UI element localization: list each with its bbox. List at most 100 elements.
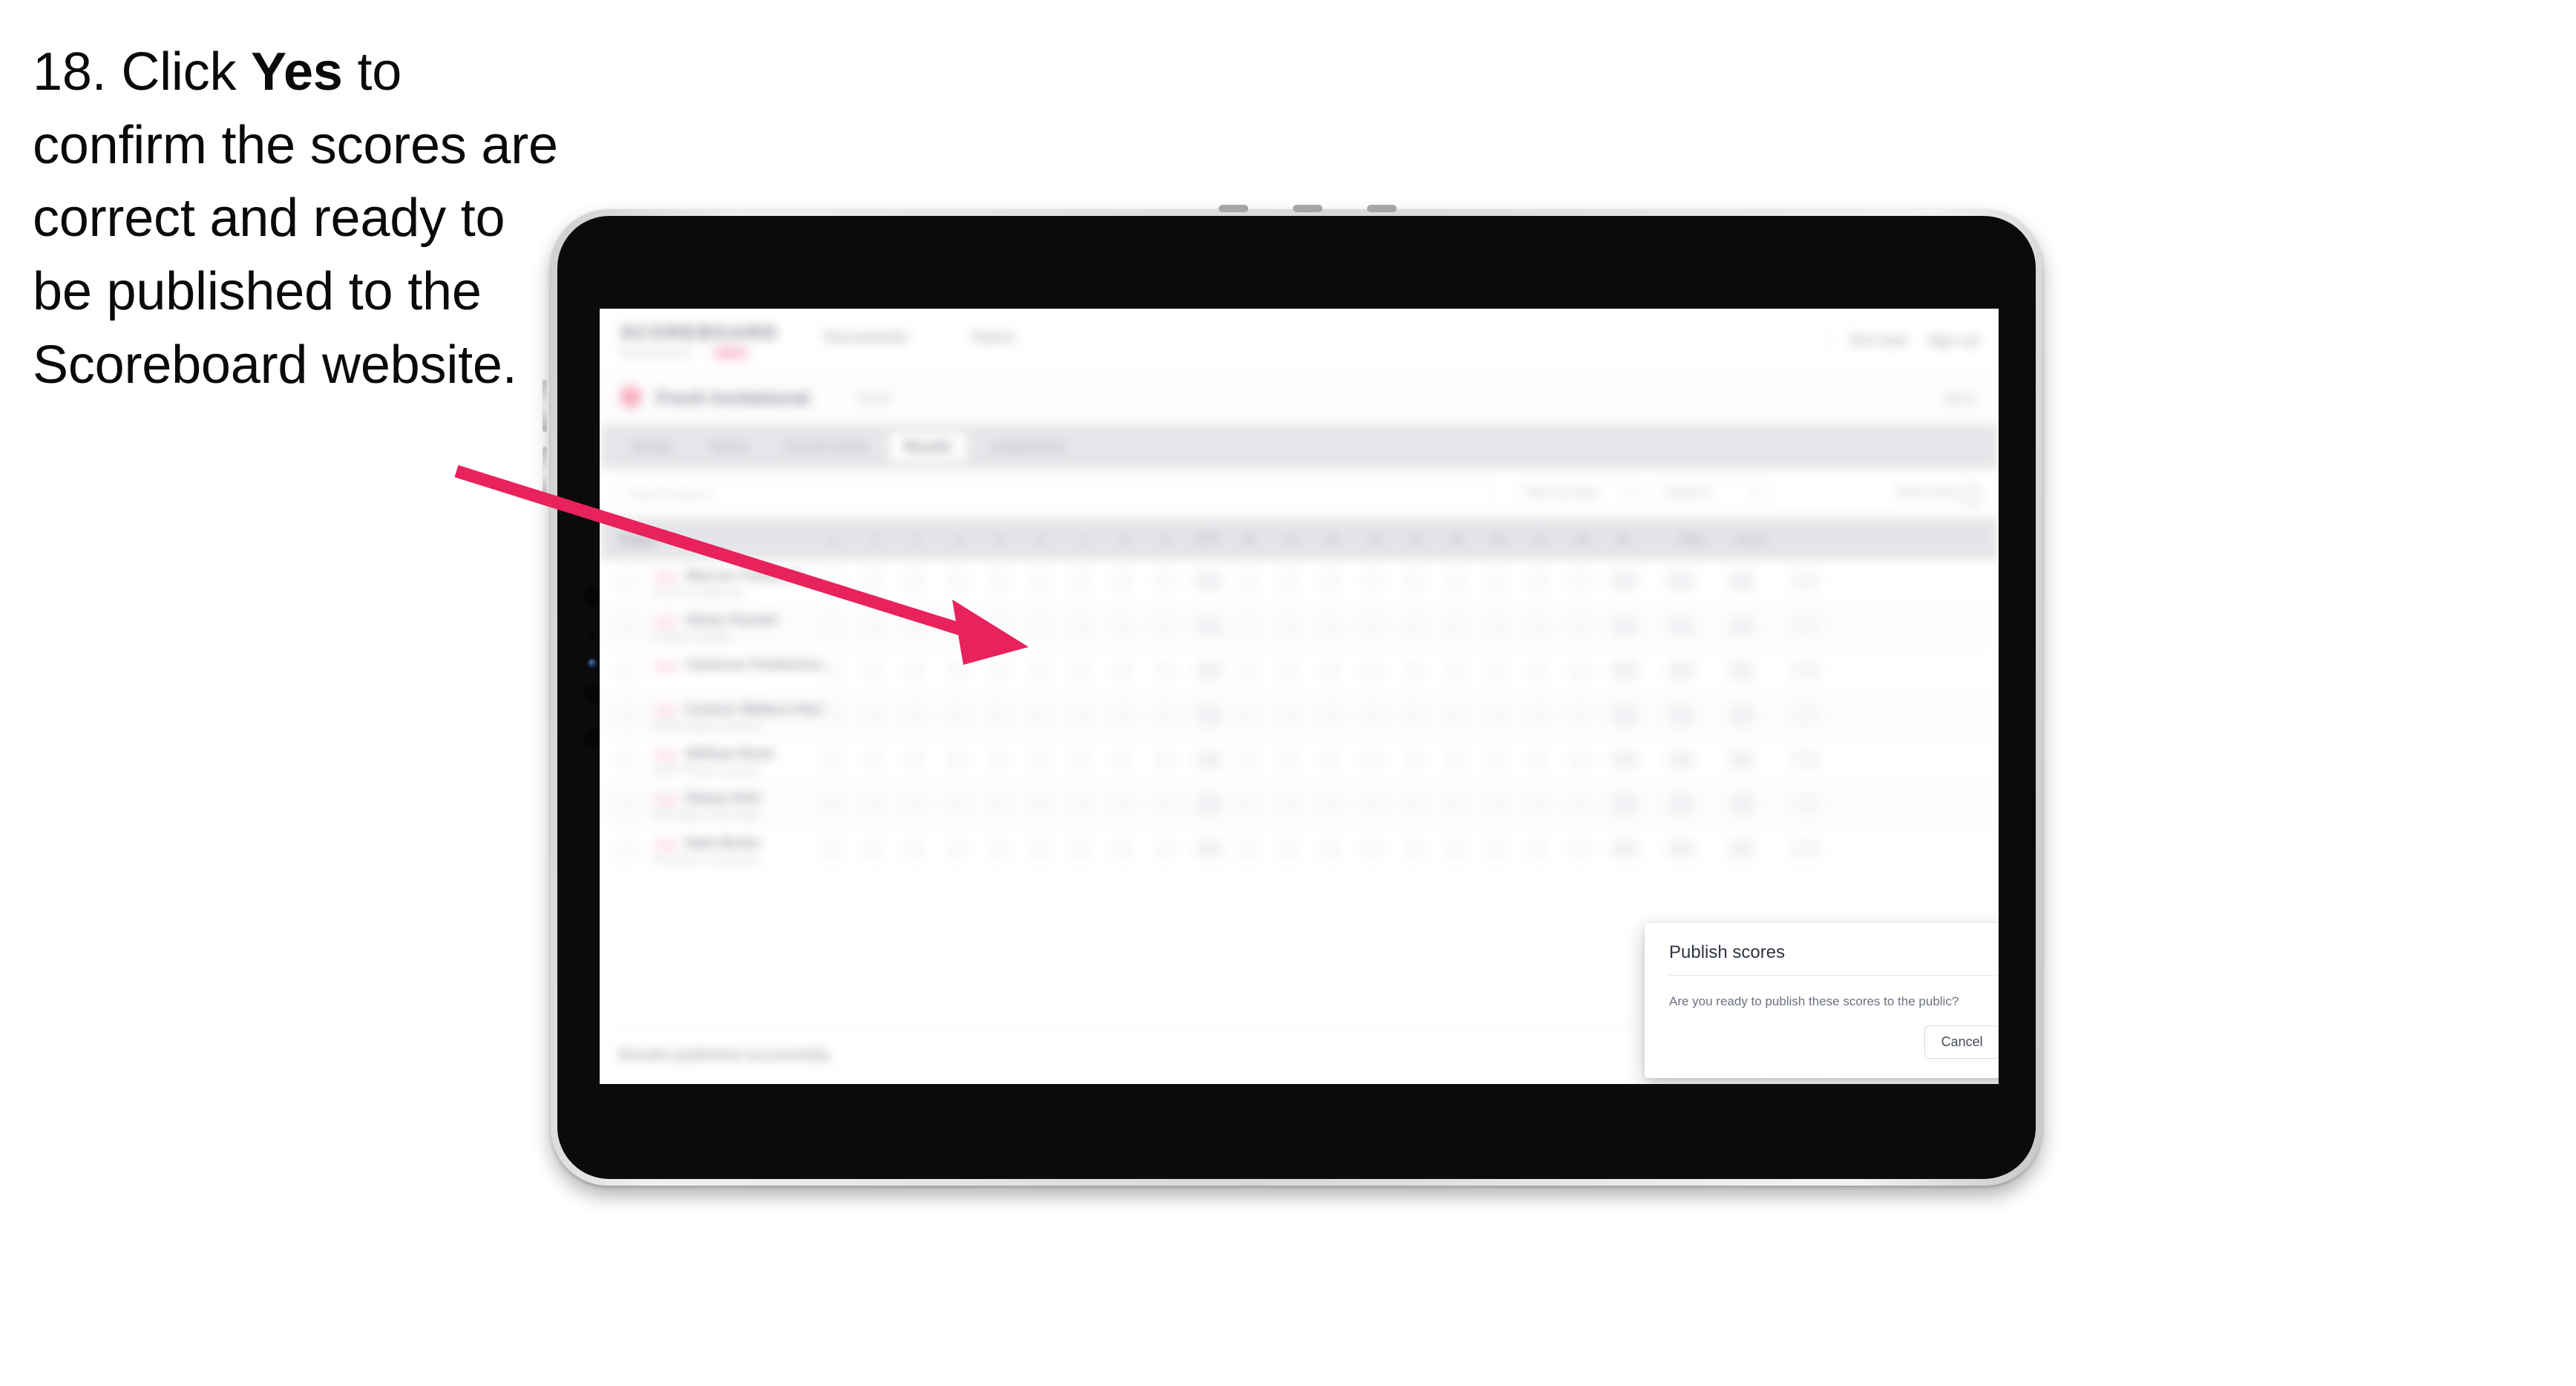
score-cell[interactable] bbox=[1363, 617, 1382, 636]
table-row[interactable]: Cameron Pemberton bbox=[600, 648, 1999, 694]
score-cell[interactable] bbox=[905, 706, 925, 725]
score-cell[interactable] bbox=[1238, 661, 1257, 680]
score-cell[interactable] bbox=[905, 839, 925, 858]
score-cell[interactable] bbox=[864, 706, 883, 725]
table-row[interactable]: Nate Burke Riverside Community bbox=[600, 827, 1999, 872]
tab-results[interactable]: Results bbox=[889, 432, 968, 462]
score-cell[interactable] bbox=[1072, 572, 1091, 591]
app-logo[interactable]: SCOREBOARD bbox=[620, 321, 779, 344]
score-cell[interactable] bbox=[864, 617, 883, 636]
score-cell[interactable] bbox=[1404, 706, 1423, 725]
score-cell[interactable] bbox=[1072, 617, 1091, 636]
score-cell[interactable] bbox=[1030, 795, 1049, 814]
score-cell[interactable] bbox=[1321, 572, 1340, 591]
score-subtotal-cell[interactable] bbox=[1612, 750, 1637, 769]
score-cell[interactable] bbox=[1155, 572, 1174, 591]
score-cell[interactable] bbox=[1404, 661, 1423, 680]
score-cell[interactable] bbox=[864, 572, 883, 591]
score-cell[interactable] bbox=[1404, 617, 1423, 636]
score-cell[interactable] bbox=[947, 839, 966, 858]
score-cell[interactable] bbox=[989, 706, 1008, 725]
score-cell[interactable] bbox=[1072, 839, 1091, 858]
table-row[interactable]: Shaun Kirk Riverside Community bbox=[600, 782, 1999, 827]
score-cell[interactable] bbox=[989, 572, 1008, 591]
score-cell[interactable] bbox=[1072, 750, 1091, 769]
tab-details[interactable]: Details bbox=[616, 433, 686, 462]
table-row[interactable]: Connor Wallace-Hart North Ridge Academy bbox=[600, 693, 1999, 738]
score-cell[interactable] bbox=[864, 795, 883, 814]
score-cell[interactable] bbox=[1279, 661, 1299, 680]
score-cell[interactable] bbox=[1279, 572, 1299, 591]
score-cell[interactable] bbox=[1279, 795, 1299, 814]
score-cell[interactable] bbox=[989, 750, 1008, 769]
score-subtotal-cell[interactable] bbox=[1196, 795, 1222, 814]
score-subtotal-cell[interactable] bbox=[1612, 706, 1637, 725]
score-cell[interactable] bbox=[1363, 572, 1382, 591]
score-cell[interactable] bbox=[1404, 572, 1423, 591]
score-cell[interactable] bbox=[864, 839, 883, 858]
score-cell[interactable] bbox=[1446, 661, 1465, 680]
score-cell[interactable] bbox=[1155, 795, 1174, 814]
score-cell[interactable] bbox=[1404, 750, 1423, 769]
score-cell[interactable] bbox=[1321, 750, 1340, 769]
score-cell[interactable] bbox=[1072, 795, 1091, 814]
score-subtotal-cell[interactable] bbox=[1196, 839, 1222, 858]
score-cell[interactable] bbox=[1487, 661, 1507, 680]
volume-down-button[interactable] bbox=[543, 447, 547, 499]
score-cell[interactable] bbox=[1113, 572, 1133, 591]
score-cell[interactable] bbox=[1487, 706, 1507, 725]
score-cell[interactable] bbox=[1446, 706, 1465, 725]
score-cell[interactable] bbox=[1030, 839, 1049, 858]
table-row[interactable]: Oliver Parnell Central College bbox=[600, 604, 1999, 649]
table-row[interactable]: Marcus Thomson Eastern Highlands bbox=[600, 559, 1999, 605]
score-cell[interactable] bbox=[822, 661, 842, 680]
volume-up-button[interactable] bbox=[543, 380, 547, 432]
score-cell[interactable] bbox=[947, 750, 966, 769]
score-cell[interactable] bbox=[1030, 706, 1049, 725]
score-cell[interactable] bbox=[1113, 617, 1133, 636]
score-cell[interactable] bbox=[1529, 617, 1548, 636]
score-cell[interactable] bbox=[1529, 572, 1548, 591]
score-cell[interactable] bbox=[1529, 750, 1548, 769]
score-cell[interactable] bbox=[1155, 706, 1174, 725]
tab-leaderboard[interactable]: Leaderboard bbox=[974, 433, 1080, 462]
score-cell[interactable] bbox=[1570, 750, 1590, 769]
score-cell[interactable] bbox=[1363, 839, 1382, 858]
score-cell[interactable] bbox=[1487, 750, 1507, 769]
score-cell[interactable] bbox=[1363, 795, 1382, 814]
score-cell[interactable] bbox=[1279, 839, 1299, 858]
score-cell[interactable] bbox=[1321, 706, 1340, 725]
score-cell[interactable] bbox=[822, 706, 842, 725]
score-cell[interactable] bbox=[989, 839, 1008, 858]
row-checkbox[interactable] bbox=[619, 663, 636, 680]
score-cell[interactable] bbox=[1113, 661, 1133, 680]
score-cell[interactable] bbox=[1570, 839, 1590, 858]
score-subtotal-cell[interactable] bbox=[1612, 617, 1637, 636]
score-cell[interactable] bbox=[1030, 617, 1049, 636]
score-cell[interactable] bbox=[1487, 572, 1507, 591]
score-cell[interactable] bbox=[822, 839, 842, 858]
score-subtotal-cell[interactable] bbox=[1196, 750, 1222, 769]
row-checkbox[interactable] bbox=[619, 619, 636, 636]
gear-icon[interactable] bbox=[1960, 485, 1981, 505]
score-cell[interactable] bbox=[1446, 617, 1465, 636]
score-cell[interactable] bbox=[989, 661, 1008, 680]
score-cell[interactable] bbox=[1321, 617, 1340, 636]
score-cell[interactable] bbox=[1570, 617, 1590, 636]
score-cell[interactable] bbox=[1321, 795, 1340, 814]
score-cell[interactable] bbox=[947, 661, 966, 680]
score-cell[interactable] bbox=[1570, 795, 1590, 814]
score-cell[interactable] bbox=[1155, 839, 1174, 858]
score-cell[interactable] bbox=[1404, 839, 1423, 858]
score-subtotal-cell[interactable] bbox=[1196, 661, 1222, 680]
score-cell[interactable] bbox=[947, 617, 966, 636]
row-checkbox[interactable] bbox=[619, 574, 636, 591]
event-back-link[interactable]: Back bbox=[1945, 391, 1976, 407]
tab-teams[interactable]: Teams bbox=[694, 433, 763, 462]
score-cell[interactable] bbox=[864, 750, 883, 769]
score-cell[interactable] bbox=[1570, 572, 1590, 591]
score-subtotal-cell[interactable] bbox=[1612, 661, 1637, 680]
sign-out-link[interactable]: Sign out bbox=[1927, 333, 1979, 349]
score-cell[interactable] bbox=[1363, 750, 1382, 769]
score-cell[interactable] bbox=[1279, 617, 1299, 636]
